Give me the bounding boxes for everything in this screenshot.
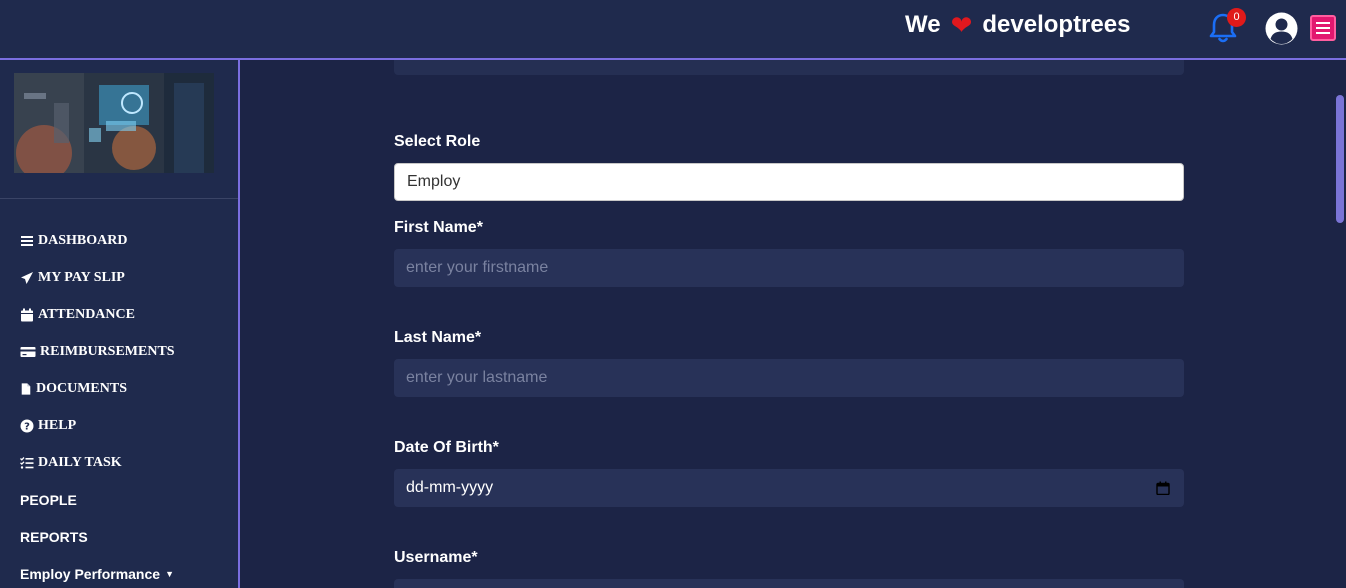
paper-plane-icon [21, 271, 33, 284]
sidebar-item-employ-performance[interactable]: Employ Performance ▼ [20, 555, 175, 588]
dob-input[interactable]: dd-mm-yyyy [394, 469, 1184, 507]
role-label: Select Role [394, 133, 481, 150]
sidebar-item-label: Employ Performance [20, 565, 161, 582]
sidebar-item-people[interactable]: PEOPLE [20, 481, 175, 518]
first-name-label: First Name* [394, 219, 483, 236]
sidebar-item-attendance[interactable]: ATTENDANCE [20, 296, 175, 333]
sidebar-nav: DASHBOARD MY PAY SLIP ATTENDANCE REIMBUR… [20, 222, 175, 588]
sidebar-item-label: MY PAY SLIP [38, 269, 125, 285]
calendar-icon [21, 308, 33, 321]
sidebar-item-daily-task[interactable]: DAILY TASK [20, 444, 175, 481]
last-name-input[interactable]: enter your lastname [394, 359, 1184, 397]
sidebar: DASHBOARD MY PAY SLIP ATTENDANCE REIMBUR… [0, 60, 240, 588]
sidebar-item-reimbursements[interactable]: REIMBURSEMENTS [20, 333, 175, 370]
svg-text:?: ? [24, 421, 30, 432]
sidebar-item-my-pay-slip[interactable]: MY PAY SLIP [20, 259, 175, 296]
sidebar-item-dashboard[interactable]: DASHBOARD [20, 222, 175, 259]
user-circle-icon[interactable] [1265, 12, 1298, 45]
top-navbar: We ❤ developtrees 0 [0, 0, 1346, 60]
username-label: Username* [394, 549, 478, 566]
sidebar-item-label: DAILY TASK [38, 454, 122, 470]
sidebar-item-label: ATTENDANCE [38, 306, 135, 322]
hamburger-menu-icon[interactable] [1310, 15, 1336, 41]
sidebar-item-label: DOCUMENTS [36, 380, 128, 396]
sidebar-item-reports[interactable]: REPORTS [20, 518, 175, 555]
dob-label: Date Of Birth* [394, 439, 499, 456]
scrollbar-thumb[interactable] [1336, 95, 1344, 223]
username-input[interactable] [394, 579, 1184, 588]
last-name-placeholder: enter your lastname [406, 369, 548, 386]
brand-title: We ❤ developtrees [905, 11, 1130, 39]
task-list-icon [20, 456, 34, 469]
sidebar-item-label: DASHBOARD [38, 232, 128, 248]
calendar-icon[interactable] [1156, 481, 1170, 495]
role-select[interactable]: Employ [394, 163, 1184, 201]
previous-input-field[interactable] [394, 60, 1184, 75]
file-icon [21, 382, 31, 395]
sidebar-item-help[interactable]: ? HELP [20, 407, 175, 444]
sidebar-item-label: PEOPLE [20, 491, 77, 508]
dob-value: dd-mm-yyyy [406, 479, 494, 496]
first-name-input[interactable]: enter your firstname [394, 249, 1184, 287]
credit-card-icon [20, 346, 36, 357]
brand-prefix: We [905, 11, 941, 38]
first-name-placeholder: enter your firstname [406, 259, 549, 276]
sidebar-item-label: REPORTS [20, 528, 88, 545]
sidebar-banner-image [14, 73, 214, 173]
scrollbar[interactable] [1334, 60, 1346, 588]
heart-icon: ❤ [950, 10, 973, 40]
sidebar-item-label: REIMBURSEMENTS [40, 343, 175, 359]
sidebar-item-label: HELP [38, 417, 77, 433]
last-name-label: Last Name* [394, 329, 482, 346]
notification-badge: 0 [1227, 8, 1246, 27]
brand-name: developtrees [982, 11, 1131, 38]
bars-icon [21, 235, 33, 246]
question-circle-icon: ? [20, 419, 34, 432]
caret-down-icon: ▼ [165, 568, 174, 579]
sidebar-item-documents[interactable]: DOCUMENTS [20, 370, 175, 407]
sidebar-divider [0, 198, 238, 199]
main-content: Select Role Employ First Name* enter you… [240, 60, 1334, 588]
